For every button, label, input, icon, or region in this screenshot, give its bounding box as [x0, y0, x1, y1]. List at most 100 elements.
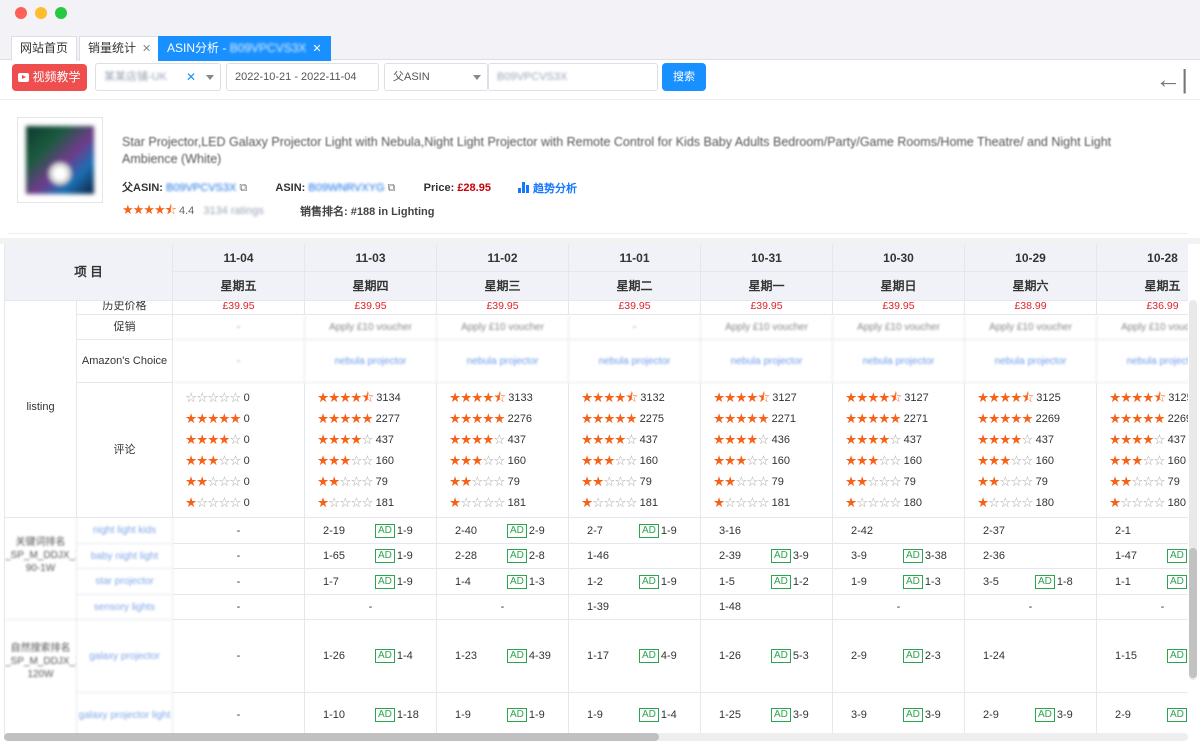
- vertical-scrollbar[interactable]: [1189, 300, 1197, 680]
- review-stars-icon: ★☆☆☆☆: [449, 495, 506, 510]
- shop-select[interactable]: 某某店铺-UK ✕: [95, 63, 221, 91]
- date-column-header[interactable]: 11-03 星期四: [305, 244, 437, 301]
- keyword-rank-cell: 1-15 AD: [1097, 620, 1188, 693]
- close-tab-icon[interactable]: ✕: [312, 43, 321, 55]
- clear-icon[interactable]: ✕: [186, 64, 196, 90]
- minimize-window-button[interactable]: [35, 7, 47, 19]
- keyword-rank-cell: -: [833, 595, 965, 620]
- maximize-window-button[interactable]: [55, 7, 67, 19]
- review-line: ★★★★☆ 437: [581, 429, 658, 450]
- keyword-rank-cell: -: [173, 518, 305, 544]
- date-range-value: 2022-10-21 - 2022-11-04: [235, 71, 357, 83]
- review-line: ★★★★☆ 437: [317, 429, 394, 450]
- asin-input-value: B09VPCVS3X: [497, 71, 568, 83]
- keyword-link[interactable]: star projector: [77, 569, 173, 595]
- asin-type-select[interactable]: 父ASIN: [384, 63, 488, 91]
- choice-cell[interactable]: nebula projector: [833, 340, 965, 383]
- keyword-rank-cell: 2-28 AD 2-8: [437, 544, 569, 569]
- ad-rank: AD 1-2: [771, 569, 809, 594]
- ad-rank-value: 2-8: [528, 550, 545, 562]
- review-line: ★★★★☆ 437: [845, 429, 922, 450]
- video-tutorial-button[interactable]: 视频教学: [12, 64, 87, 91]
- copy-icon[interactable]: ⧉: [236, 182, 247, 194]
- ad-rank-value: 1-9: [396, 550, 413, 562]
- date-column-header[interactable]: 10-31 星期一: [701, 244, 833, 301]
- choice-cell[interactable]: nebula projector: [305, 340, 437, 383]
- review-stars-icon: ★★★★⯪: [449, 390, 506, 405]
- review-stars-icon: ★★★☆☆: [713, 453, 770, 468]
- ad-rank: AD 3-9: [903, 693, 941, 734]
- review-line: ★★★☆☆ 0: [185, 450, 250, 471]
- choice-cell[interactable]: nebula projector: [701, 340, 833, 383]
- review-stars-icon: ☆☆☆☆☆: [185, 390, 242, 405]
- column-weekday: 星期一: [748, 279, 785, 293]
- tab-sales-stats[interactable]: 销量统计 ✕: [79, 36, 161, 61]
- organic-rank: 1-9: [455, 709, 471, 721]
- choice-cell[interactable]: -: [173, 340, 305, 383]
- review-line: ★☆☆☆☆ 0: [185, 492, 250, 513]
- organic-rank: 3-9: [851, 709, 867, 721]
- review-line: ★★☆☆☆ 79: [449, 471, 520, 492]
- choice-cell[interactable]: nebula projector: [437, 340, 569, 383]
- keyword-rank-cell: 2-9 AD 3-9: [965, 693, 1097, 734]
- trend-analysis-link[interactable]: 趋势分析: [518, 180, 577, 196]
- search-button[interactable]: 搜索: [662, 63, 706, 91]
- date-range-input[interactable]: 2022-10-21 - 2022-11-04: [226, 63, 379, 91]
- ad-badge: AD: [1035, 708, 1055, 722]
- asin-link[interactable]: B09WNRVXYG: [308, 182, 384, 194]
- choice-cell[interactable]: nebula projector: [1097, 340, 1188, 383]
- rank-empty: -: [236, 709, 241, 721]
- shop-value: 某某店铺-UK: [104, 71, 167, 83]
- review-line: ★☆☆☆☆ 181: [713, 492, 790, 513]
- organic-rank: 2-39: [719, 550, 742, 562]
- date-column-header[interactable]: 11-02 星期三: [437, 244, 569, 301]
- keyword-link[interactable]: night light kids: [77, 518, 173, 544]
- column-date: 10-29: [965, 244, 1096, 272]
- product-title[interactable]: Star Projector,LED Galaxy Projector Ligh…: [122, 134, 1162, 168]
- product-image[interactable]: [17, 117, 103, 203]
- close-tab-icon[interactable]: ✕: [142, 43, 151, 55]
- review-stars-icon: ★★★☆☆: [977, 453, 1034, 468]
- keyword-link[interactable]: sensory lights: [77, 595, 173, 620]
- asin-input[interactable]: B09VPCVS3X: [488, 63, 658, 91]
- tab-home[interactable]: 网站首页: [11, 36, 78, 61]
- organic-rank: 2-1: [1115, 524, 1131, 537]
- keyword-link[interactable]: galaxy projector light: [77, 693, 173, 734]
- review-line: ★★☆☆☆ 79: [1109, 471, 1180, 492]
- review-stars-icon: ★★★★★: [449, 411, 506, 426]
- organic-rank: 2-9: [1115, 709, 1131, 721]
- choice-cell[interactable]: nebula projector: [965, 340, 1097, 383]
- promo-cell: -: [173, 315, 305, 340]
- date-column-header[interactable]: 11-04 星期五: [173, 244, 305, 301]
- ad-rank-value: 1-4: [660, 709, 677, 721]
- review-count: 181: [375, 497, 394, 509]
- review-stars-icon: ★★★★⯪: [581, 390, 638, 405]
- review-count: 181: [639, 497, 658, 509]
- vertical-scroll-thumb[interactable]: [1189, 548, 1197, 678]
- ad-rank-value: 3-9: [792, 550, 809, 562]
- column-date: 11-02: [437, 244, 568, 272]
- collapse-arrow-icon[interactable]: ←|: [1155, 66, 1188, 92]
- close-window-button[interactable]: [15, 7, 27, 19]
- keyword-rank-cell: 1-23 AD 4-39: [437, 620, 569, 693]
- keyword-link[interactable]: baby night light: [77, 544, 173, 569]
- play-icon: [18, 73, 30, 82]
- date-column-header[interactable]: 11-01 星期二: [569, 244, 701, 301]
- choice-cell[interactable]: nebula projector: [569, 340, 701, 383]
- parent-asin-link[interactable]: B09VPCVS3X: [166, 182, 236, 194]
- ad-rank: AD 2-8: [507, 544, 545, 568]
- horizontal-scroll-thumb[interactable]: [4, 733, 659, 741]
- horizontal-scrollbar[interactable]: [4, 733, 1188, 741]
- review-line: ★★★★⯪ 3127: [713, 387, 797, 408]
- date-column-header[interactable]: 10-28 星期五: [1097, 244, 1188, 301]
- copy-icon[interactable]: ⧉: [385, 182, 396, 194]
- review-line: ★☆☆☆☆ 181: [449, 492, 526, 513]
- keyword-rank-cell: 1-7 AD 1-9: [305, 569, 437, 595]
- date-column-header[interactable]: 10-29 星期六: [965, 244, 1097, 301]
- keyword-link[interactable]: galaxy projector: [77, 620, 173, 693]
- review-count: 79: [771, 476, 784, 488]
- sales-rank: 销售排名: #188 in Lighting: [300, 203, 434, 219]
- date-column-header[interactable]: 10-30 星期日: [833, 244, 965, 301]
- review-stars-icon: ★☆☆☆☆: [713, 495, 770, 510]
- tab-asin-analysis[interactable]: ASIN分析 - B09VPCVS3X ✕: [158, 36, 331, 61]
